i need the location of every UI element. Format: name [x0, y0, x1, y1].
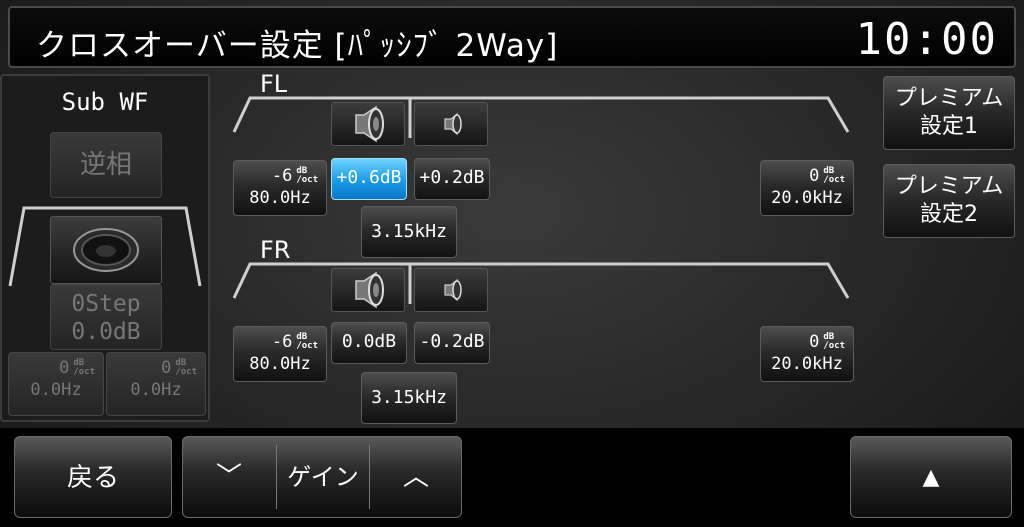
db-per-octave-unit: dB/oct [823, 166, 845, 185]
subwoofer-title: Sub WF [61, 88, 149, 116]
db-per-octave-unit: dB/oct [73, 358, 95, 377]
fl-woofer-button[interactable] [331, 102, 405, 146]
gain-label-text: ゲイン [287, 463, 359, 491]
premium-preset-2-button[interactable]: プレミアム 設定2 [883, 164, 1015, 238]
phase-reverse-button[interactable]: 逆相 [50, 132, 162, 198]
preset-label: プレミアム [894, 174, 1004, 199]
frequency-value: 0.0Hz [30, 380, 82, 400]
preset-label: プレミアム [894, 86, 1004, 111]
slope-value: -6 [271, 332, 293, 352]
gain-value: -0.2dB [419, 331, 485, 352]
crossover-settings-screen: クロスオーバー設定 [ﾊﾟｯｼﾌﾞ 2Way] 10:00 Sub WF 逆相 … [0, 0, 1024, 527]
fr-crossover-freq-button[interactable]: 3.15kHz [361, 372, 457, 424]
gain-control: ﹀ ゲイン ︿ [182, 436, 462, 518]
chevron-down-icon: ﹀ [215, 462, 242, 492]
fl-crossover-freq-button[interactable]: 3.15kHz [361, 206, 457, 258]
db-per-octave-unit: dB/oct [296, 332, 318, 351]
fl-response-curve [232, 96, 850, 138]
fr-lowpass-button[interactable]: 0 dB/oct 20.0kHz [760, 326, 854, 382]
fr-response-curve [232, 262, 850, 304]
subwoofer-icon [73, 228, 139, 272]
chevron-up-icon: ︿ [402, 462, 429, 492]
gain-value: 0.0dB [341, 331, 397, 352]
gain-value: +0.6dB [336, 167, 402, 188]
fl-lowpass-button[interactable]: 0 dB/oct 20.0kHz [760, 160, 854, 216]
tweeter-icon [444, 112, 462, 136]
footer-bar: 戻る ﹀ ゲイン ︿ ▲ [0, 428, 1024, 527]
phase-reverse-label: 逆相 [79, 150, 132, 180]
back-button[interactable]: 戻る [14, 436, 172, 518]
db-per-octave-unit: dB/oct [296, 166, 318, 185]
triangle-up-icon: ▲ [922, 465, 940, 490]
subwoofer-step-label: 0Step [71, 291, 141, 317]
slope-value: 0 [59, 358, 70, 378]
subwoofer-low-filter-button[interactable]: 0 dB/oct 0.0Hz [8, 352, 104, 416]
back-label: 戻る [66, 463, 119, 493]
title-bar: クロスオーバー設定 [ﾊﾟｯｼﾌﾞ 2Way] 10:00 [8, 6, 1016, 68]
slope-value: 0 [809, 166, 820, 186]
slope-value: 0 [809, 332, 820, 352]
subwoofer-gain-value: 0.0dB [71, 319, 141, 345]
fr-woofer-gain-button[interactable]: 0.0dB [331, 322, 407, 364]
subwoofer-high-filter-button[interactable]: 0 dB/oct 0.0Hz [106, 352, 206, 416]
fr-tweeter-gain-button[interactable]: -0.2dB [414, 322, 490, 364]
preset-number: 設定1 [920, 114, 978, 139]
frequency-value: 80.0Hz [249, 188, 311, 208]
fl-tweeter-gain-button[interactable]: +0.2dB [414, 158, 490, 200]
clock: 10:00 [855, 14, 998, 65]
woofer-icon [355, 105, 384, 143]
fr-tweeter-button[interactable] [414, 268, 488, 312]
gain-down-button[interactable]: ﹀ [183, 437, 275, 517]
subwoofer-panel: Sub WF 逆相 0Step 0.0dB 0 dB/oct 0.0Hz 0 dB /… [0, 74, 210, 422]
frequency-value: 3.15kHz [371, 387, 447, 408]
frequency-value: 80.0Hz [249, 354, 311, 374]
woofer-icon [355, 271, 384, 309]
fr-woofer-button[interactable] [331, 268, 405, 312]
subwoofer-step-button[interactable]: 0Step 0.0dB [50, 284, 162, 350]
fr-highpass-button[interactable]: -6 dB/oct 80.0Hz [233, 326, 327, 382]
fl-highpass-button[interactable]: -6 dB/oct 80.0Hz [233, 160, 327, 216]
tweeter-icon [444, 278, 462, 302]
db-per-octave-unit: dB/oct [175, 358, 197, 377]
frequency-value: 20.0kHz [771, 188, 843, 208]
premium-preset-1-button[interactable]: プレミアム 設定1 [883, 76, 1015, 150]
gain-label: ゲイン [277, 437, 369, 517]
fl-woofer-gain-button[interactable]: +0.6dB [331, 158, 407, 200]
slope-value: 0 [161, 358, 172, 378]
page-title: クロスオーバー設定 [ﾊﾟｯｼﾌﾞ 2Way] [36, 28, 559, 64]
subwoofer-speaker-button[interactable] [50, 216, 162, 284]
frequency-value: 3.15kHz [371, 221, 447, 242]
scroll-up-button[interactable]: ▲ [850, 436, 1012, 518]
db-per-octave-unit: dB/oct [823, 332, 845, 351]
slope-value: -6 [271, 166, 293, 186]
frequency-value: 0.0Hz [130, 380, 182, 400]
preset-number: 設定2 [920, 202, 978, 227]
gain-value: +0.2dB [419, 167, 485, 188]
fl-tweeter-button[interactable] [414, 102, 488, 146]
gain-up-button[interactable]: ︿ [370, 437, 462, 517]
frequency-value: 20.0kHz [771, 354, 843, 374]
